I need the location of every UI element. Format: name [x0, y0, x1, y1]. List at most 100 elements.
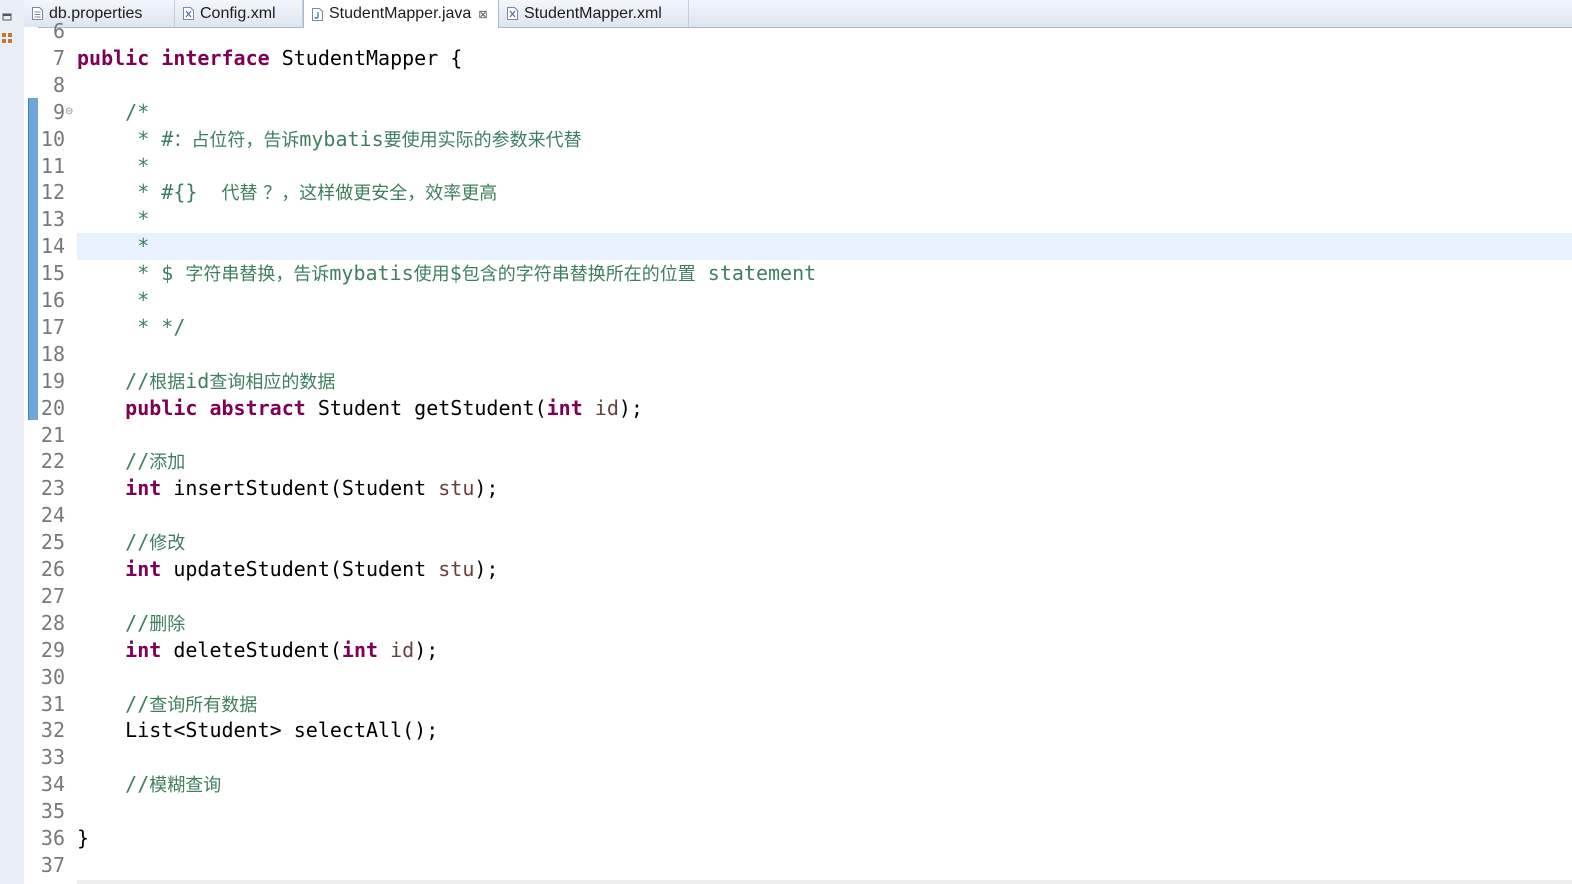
code-line: * */ [77, 314, 185, 340]
line-number: 7 [52, 45, 65, 70]
code-token: id [390, 637, 415, 662]
code-token: stu [438, 557, 475, 581]
code-token: 添加 [149, 452, 186, 474]
code-token: insertStudent(Student [161, 476, 439, 501]
code-token: id [185, 368, 210, 393]
code-line: } [77, 825, 89, 851]
code-line: int updateStudent(Student stu); [77, 556, 498, 582]
code-line: //查询所有数据 [77, 691, 257, 719]
line-number: 23 [40, 476, 65, 501]
code-token: int [125, 557, 162, 581]
code-token: abstract [209, 395, 306, 420]
code-token: int [125, 476, 162, 501]
code-token: ); [618, 395, 643, 420]
line-number: 20 [40, 395, 65, 420]
line-number: 34 [40, 772, 65, 797]
code-line: public interface StudentMapper { [77, 45, 462, 71]
code-token: stu [438, 476, 475, 501]
code-token: } [77, 826, 90, 850]
code-line: * #{} 代替 ？，这样做更安全，效率更高 [77, 179, 497, 207]
horizontal-scrollbar[interactable] [77, 880, 1572, 884]
line-number: 9 [52, 99, 65, 124]
code-token: 字符串替换，告诉 [185, 264, 330, 286]
code-token: // [125, 449, 150, 474]
line-number: 18 [40, 341, 65, 366]
line-number: 10 [40, 126, 65, 151]
tab-config-xml[interactable]: Config.xml [175, 0, 303, 27]
line-number: 36 [40, 826, 65, 850]
code-token: 删除 [149, 613, 186, 635]
line-number: 28 [40, 610, 65, 635]
line-number: 13 [40, 207, 65, 232]
code-token: 代替 ？，这样做更安全，效率更高 [221, 183, 498, 205]
code-token: /* [125, 99, 150, 124]
code-token: * [137, 234, 150, 259]
code-token: // [125, 772, 150, 797]
tab-studentmapper-xml[interactable]: StudentMapper.xml [499, 0, 689, 27]
line-number: 37 [40, 852, 65, 877]
xml-file-icon [507, 7, 518, 20]
tab-studentmapper-java[interactable]: StudentMapper.java ⊠ [303, 0, 499, 28]
code-token: ); [414, 637, 439, 662]
code-line: //删除 [77, 610, 185, 638]
code-line: //修改 [77, 529, 185, 557]
line-number: 11 [40, 153, 65, 178]
line-number: 21 [40, 422, 65, 447]
code-token: StudentMapper { [269, 45, 463, 70]
code-token: 包含的字符串替换所在的位置 [461, 264, 696, 286]
code-token: ); [474, 476, 499, 501]
code-token: id [594, 395, 619, 420]
tab-label: StudentMapper.xml [524, 4, 662, 22]
line-number: 16 [40, 288, 65, 312]
outline-view-icon[interactable] [2, 33, 14, 43]
code-line: List<Student> selectAll(); [77, 717, 438, 743]
line-number: 27 [40, 583, 65, 608]
current-line-highlight [77, 233, 1572, 261]
collapse-fold-icon[interactable]: ⊖ [65, 99, 73, 125]
code-token: List<Student> selectAll(); [77, 718, 439, 743]
code-token: // [125, 610, 150, 635]
code-line: * [77, 287, 149, 313]
line-number: 17 [40, 314, 65, 339]
minimize-icon[interactable] [2, 12, 14, 22]
code-line: * $ 字符串替换，告诉mybatis使用$包含的字符串替换所在的位置 stat… [77, 260, 816, 288]
code-token: updateStudent(Student [161, 557, 439, 581]
change-marker-bar[interactable] [28, 98, 38, 420]
code-token: // [125, 530, 150, 555]
code-token: // [125, 368, 150, 393]
code-token: public [77, 45, 150, 70]
code-token: int [125, 637, 162, 662]
tab-label: StudentMapper.java [329, 5, 472, 22]
code-token: * [137, 288, 150, 312]
editor-tab-bar: db.properties Config.xml StudentMapper.j… [24, 0, 1572, 28]
code-line: //添加 [77, 448, 185, 476]
line-number: 32 [40, 718, 65, 743]
line-number: 14 [40, 234, 65, 259]
code-token: * $ [137, 261, 186, 286]
code-token: * #{} [137, 180, 222, 205]
code-token: 根据 [149, 371, 186, 393]
line-number: 25 [40, 530, 65, 555]
close-tab-icon[interactable]: ⊠ [478, 8, 487, 21]
xml-file-icon [183, 7, 194, 20]
code-token: ); [474, 557, 499, 581]
code-token: $ [449, 261, 462, 286]
code-token: 查询所有数据 [149, 694, 258, 716]
